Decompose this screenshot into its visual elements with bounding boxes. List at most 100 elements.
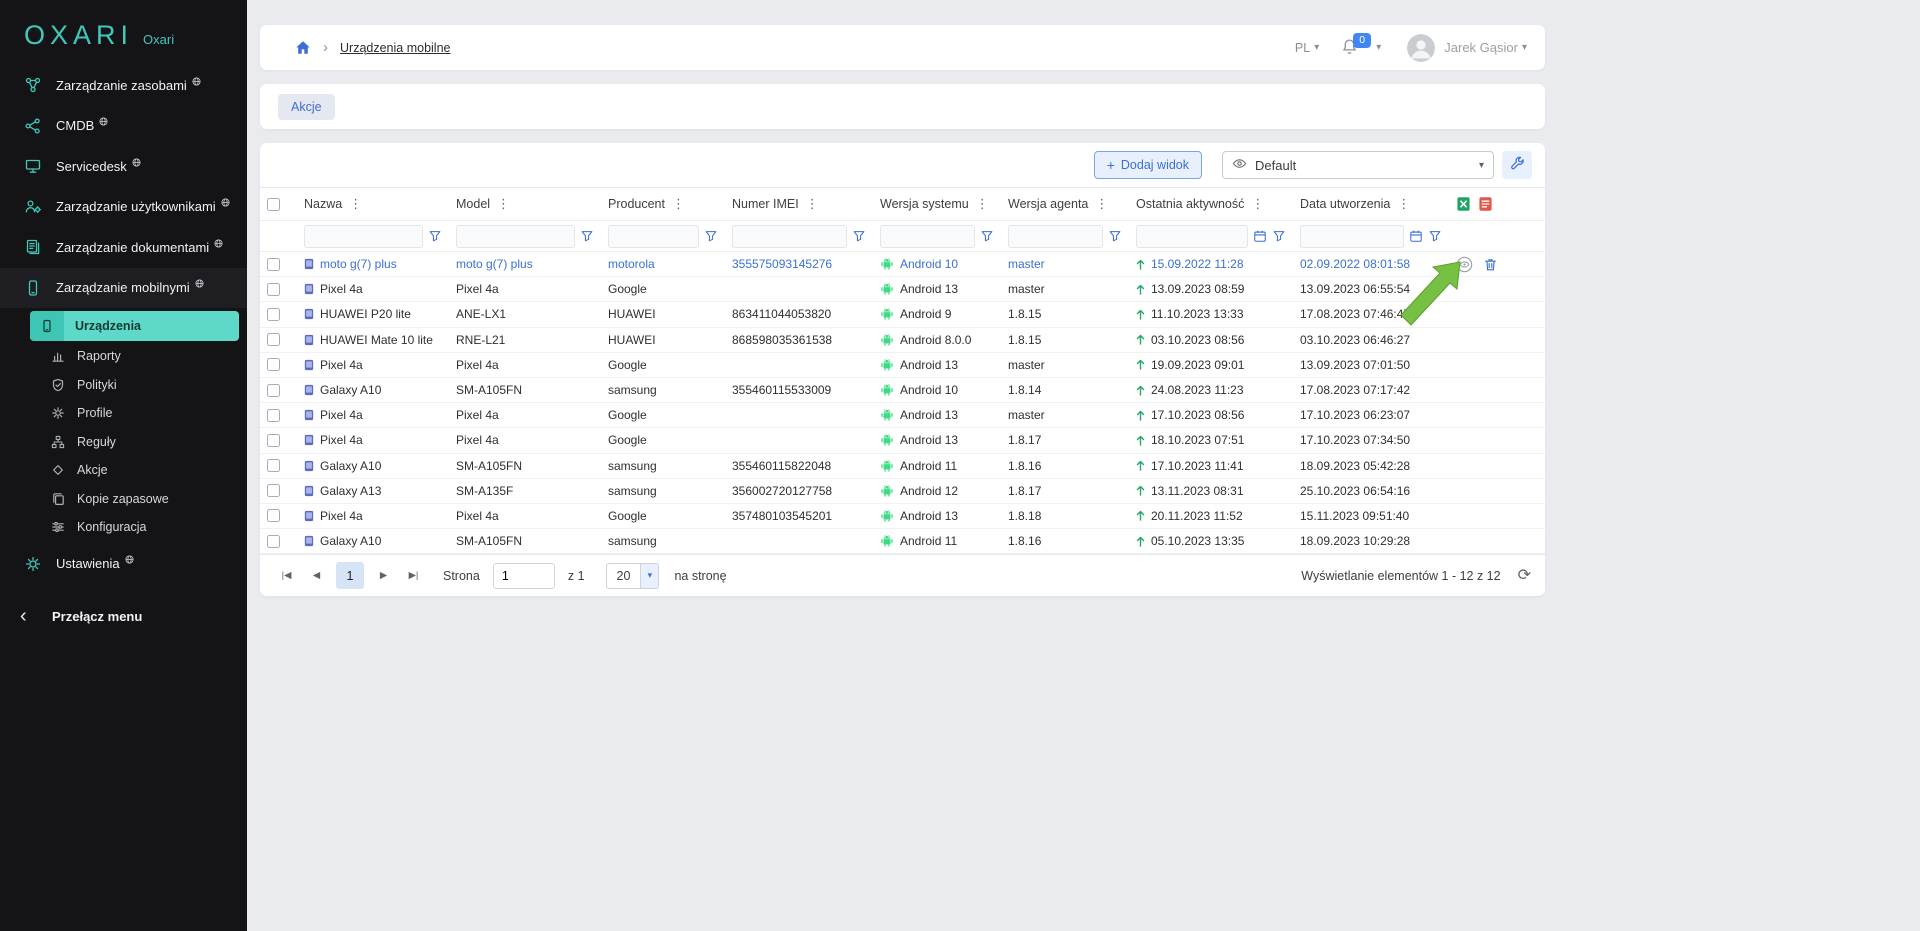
first-page-button[interactable]: |◀: [274, 563, 299, 588]
column-menu-icon[interactable]: ⋮: [1251, 196, 1264, 212]
excel-export-icon[interactable]: [1456, 196, 1471, 212]
akcje-button[interactable]: Akcje: [278, 94, 335, 120]
filter-input-imei[interactable]: [732, 225, 847, 248]
filter-funnel-icon[interactable]: [1272, 229, 1286, 243]
user-avatar[interactable]: [1407, 34, 1435, 62]
home-icon[interactable]: [295, 40, 311, 56]
current-page-button[interactable]: 1: [336, 562, 364, 589]
calendar-icon[interactable]: [1409, 229, 1423, 243]
sidebar-subitem-label: Raporty: [77, 349, 121, 363]
column-menu-icon[interactable]: ⋮: [1095, 196, 1108, 212]
table-row[interactable]: Pixel 4aPixel 4aGoogleAndroid 13master19…: [260, 353, 1545, 378]
column-header-label: Producent: [608, 197, 665, 211]
notifications-button[interactable]: 0: [1341, 38, 1358, 58]
row-checkbox[interactable]: [267, 308, 280, 321]
column-menu-icon[interactable]: ⋮: [349, 196, 362, 212]
filter-funnel-icon[interactable]: [704, 229, 718, 243]
calendar-icon[interactable]: [1253, 229, 1267, 243]
filter-input-name[interactable]: [304, 225, 423, 248]
sidebar-item-cmdb[interactable]: CMDB: [0, 106, 247, 147]
column-menu-icon[interactable]: ⋮: [672, 196, 685, 212]
cell-text: Galaxy A13: [320, 484, 381, 498]
prev-page-button[interactable]: ◀: [304, 563, 329, 588]
filter-input-agent[interactable]: [1008, 225, 1103, 248]
table-row[interactable]: HUAWEI P20 liteANE-LX1HUAWEI863411044053…: [260, 302, 1545, 327]
sidebar-subitem-konfiguracja[interactable]: Konfiguracja: [0, 513, 247, 542]
table-row[interactable]: Galaxy A13SM-A135Fsamsung356002720127758…: [260, 479, 1545, 504]
sidebar-subitem-profile[interactable]: Profile: [0, 399, 247, 428]
sidebar-item-ustawienia[interactable]: Ustawienia: [0, 544, 247, 585]
filter-funnel-icon[interactable]: [580, 229, 594, 243]
row-checkbox[interactable]: [267, 358, 280, 371]
table-row[interactable]: Pixel 4aPixel 4aGoogleAndroid 13master17…: [260, 403, 1545, 428]
row-preview-icon[interactable]: [1456, 256, 1473, 273]
filter-funnel-icon[interactable]: [428, 229, 442, 243]
table-row[interactable]: Galaxy A10SM-A105FNsamsung35546011582204…: [260, 454, 1545, 479]
notifications-caret-icon[interactable]: ▾: [1376, 42, 1381, 53]
table-row[interactable]: moto g(7) plusmoto g(7) plusmotorola3555…: [260, 252, 1545, 277]
cell-activity: 17.10.2023 08:56: [1128, 408, 1292, 422]
filter-input-vendor[interactable]: [608, 225, 699, 248]
filter-funnel-icon[interactable]: [1108, 229, 1122, 243]
sidebar-subitem-urzadzenia[interactable]: Urządzenia: [30, 311, 239, 341]
last-page-button[interactable]: ▶|: [401, 563, 426, 588]
sidebar-item-mobilne[interactable]: Zarządzanie mobilnymi: [0, 268, 247, 309]
table-settings-button[interactable]: [1502, 151, 1532, 179]
language-caret-icon[interactable]: ▾: [1314, 42, 1319, 53]
view-select[interactable]: Default ▾: [1222, 151, 1494, 179]
sidebar-subitem-akcje[interactable]: Akcje: [0, 456, 247, 485]
add-view-button[interactable]: + Dodaj widok: [1094, 151, 1202, 179]
filter-funnel-icon[interactable]: [1428, 229, 1442, 243]
pdf-export-icon[interactable]: [1478, 196, 1493, 212]
column-menu-icon[interactable]: ⋮: [497, 196, 510, 212]
row-checkbox-cell: [260, 358, 296, 371]
row-checkbox[interactable]: [267, 283, 280, 296]
sidebar-subitem-raporty[interactable]: Raporty: [0, 342, 247, 371]
user-menu-caret-icon[interactable]: ▾: [1522, 42, 1527, 53]
cell-text: moto g(7) plus: [456, 257, 533, 271]
breadcrumb[interactable]: Urządzenia mobilne: [340, 41, 450, 55]
row-checkbox[interactable]: [267, 384, 280, 397]
filter-input-model[interactable]: [456, 225, 575, 248]
refresh-icon[interactable]: ⟳: [1518, 568, 1531, 584]
row-delete-icon[interactable]: [1483, 257, 1498, 272]
filter-input-activity[interactable]: [1136, 225, 1248, 248]
filter-input-created[interactable]: [1300, 225, 1404, 248]
table-row[interactable]: Pixel 4aPixel 4aGoogleAndroid 131.8.1718…: [260, 428, 1545, 453]
sidebar-subitem-kopie[interactable]: Kopie zapasowe: [0, 485, 247, 514]
sidebar-subitem-reguly[interactable]: Reguły: [0, 428, 247, 457]
sidebar-item-label: Zarządzanie zasobami: [56, 78, 187, 93]
page-size-select[interactable]: 20 ▾: [606, 563, 660, 589]
row-checkbox[interactable]: [267, 258, 280, 271]
row-checkbox[interactable]: [267, 509, 280, 522]
row-checkbox[interactable]: [267, 434, 280, 447]
row-checkbox[interactable]: [267, 535, 280, 548]
cell-system: Android 9: [872, 307, 1000, 321]
column-menu-icon[interactable]: ⋮: [976, 196, 989, 212]
row-checkbox[interactable]: [267, 459, 280, 472]
language-selector[interactable]: PL: [1295, 41, 1310, 55]
table-row[interactable]: Pixel 4aPixel 4aGoogleAndroid 13master13…: [260, 277, 1545, 302]
table-row[interactable]: Pixel 4aPixel 4aGoogle357480103545201And…: [260, 504, 1545, 529]
page-number-input[interactable]: [493, 563, 555, 589]
column-menu-icon[interactable]: ⋮: [806, 196, 819, 212]
sidebar-item-dokumenty[interactable]: Zarządzanie dokumentami: [0, 227, 247, 268]
row-checkbox[interactable]: [267, 484, 280, 497]
sidebar-collapse-toggle[interactable]: ‹ Przełącz menu: [0, 606, 247, 626]
sidebar-subitem-polityki[interactable]: Polityki: [0, 371, 247, 400]
select-all-checkbox[interactable]: [267, 198, 280, 211]
table-row[interactable]: Galaxy A10SM-A105FNsamsung35546011553300…: [260, 378, 1545, 403]
filter-funnel-icon[interactable]: [852, 229, 866, 243]
filter-funnel-icon[interactable]: [980, 229, 994, 243]
user-name[interactable]: Jarek Gąsior: [1444, 40, 1518, 55]
row-checkbox[interactable]: [267, 409, 280, 422]
sidebar-item-uzytkownicy[interactable]: Zarządzanie użytkownikami: [0, 187, 247, 228]
sidebar-item-zasoby[interactable]: Zarządzanie zasobami: [0, 65, 247, 106]
sidebar-item-servicedesk[interactable]: Servicedesk: [0, 146, 247, 187]
row-checkbox[interactable]: [267, 333, 280, 346]
table-row[interactable]: HUAWEI Mate 10 liteRNE-L21HUAWEI86859803…: [260, 328, 1545, 353]
filter-input-system[interactable]: [880, 225, 975, 248]
next-page-button[interactable]: ▶: [371, 563, 396, 588]
table-row[interactable]: Galaxy A10SM-A105FNsamsungAndroid 111.8.…: [260, 529, 1545, 554]
column-menu-icon[interactable]: ⋮: [1397, 196, 1410, 212]
